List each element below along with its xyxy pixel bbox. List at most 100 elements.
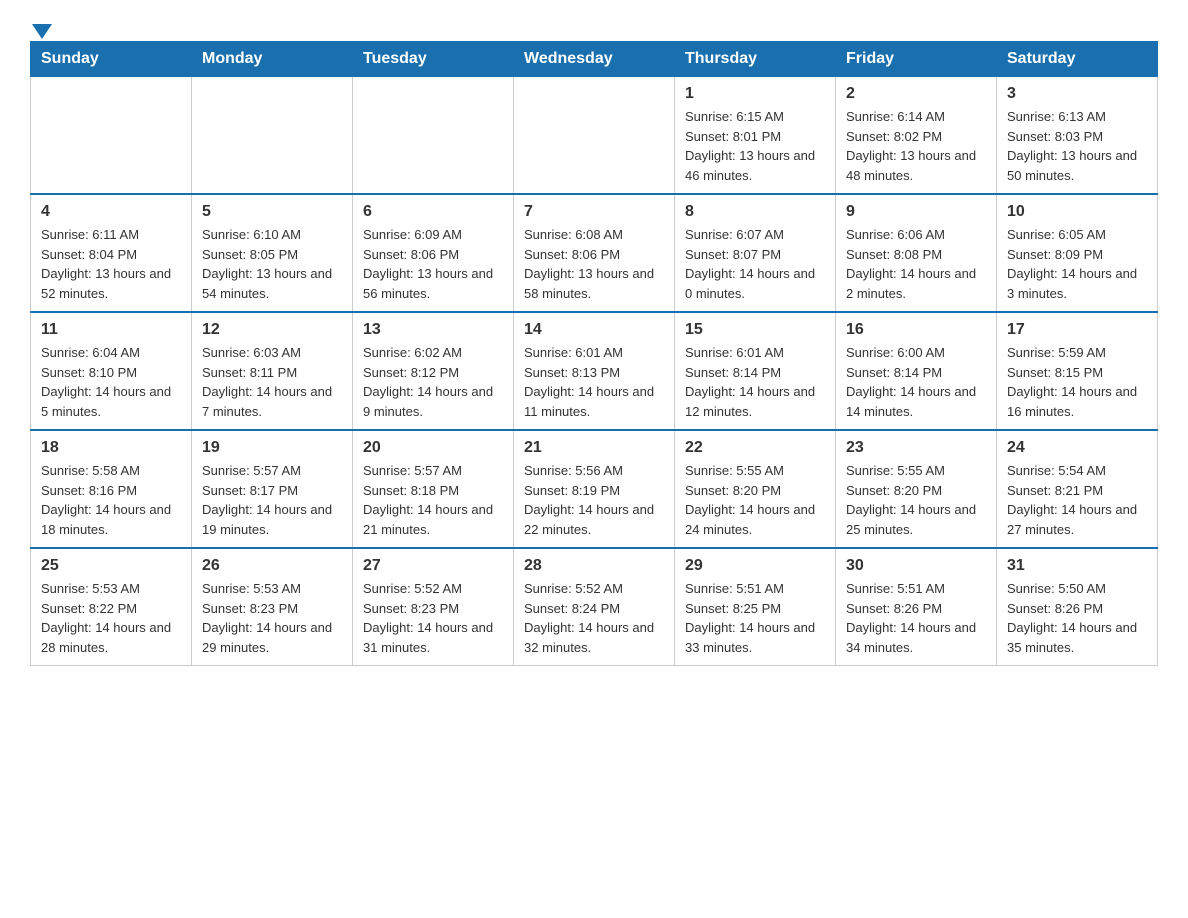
calendar-cell: 18 Sunrise: 5:58 AMSunset: 8:16 PMDayligh… (31, 430, 192, 548)
calendar-cell: 19 Sunrise: 5:57 AMSunset: 8:17 PMDayligh… (192, 430, 353, 548)
day-info: Sunrise: 6:08 AMSunset: 8:06 PMDaylight:… (524, 225, 664, 303)
calendar-cell: 25Sunrise: 5:53 AMSunset: 8:22 PMDayligh… (31, 548, 192, 666)
day-info: Sunrise: 5:55 AMSunset: 8:20 PMDaylight:… (685, 461, 825, 539)
calendar-cell: 11 Sunrise: 6:04 AMSunset: 8:10 PMDayligh… (31, 312, 192, 430)
day-number: 29 (685, 557, 825, 575)
day-number: 26 (202, 557, 342, 575)
day-info: Sunrise: 6:01 AMSunset: 8:14 PMDaylight:… (685, 343, 825, 421)
day-info: Sunrise: 6:00 AMSunset: 8:14 PMDaylight:… (846, 343, 986, 421)
day-number: 16 (846, 321, 986, 339)
day-info: Sunrise: 6:04 AMSunset: 8:10 PMDaylight:… (41, 343, 181, 421)
calendar-cell: 10 Sunrise: 6:05 AMSunset: 8:09 PMDayligh… (997, 194, 1158, 312)
calendar-cell (31, 77, 192, 195)
day-info: Sunrise: 5:54 AMSunset: 8:21 PMDaylight:… (1007, 461, 1147, 539)
day-number: 10 (1007, 203, 1147, 221)
day-info: Sunrise: 6:14 AMSunset: 8:02 PMDaylight:… (846, 107, 986, 185)
calendar-cell: 14 Sunrise: 6:01 AMSunset: 8:13 PMDayligh… (514, 312, 675, 430)
day-number: 27 (363, 557, 503, 575)
calendar-cell (514, 77, 675, 195)
page-header (30, 20, 1158, 31)
calendar-cell: 24 Sunrise: 5:54 AMSunset: 8:21 PMDayligh… (997, 430, 1158, 548)
day-info: Sunrise: 6:07 AMSunset: 8:07 PMDaylight:… (685, 225, 825, 303)
day-number: 17 (1007, 321, 1147, 339)
calendar-cell: 6 Sunrise: 6:09 AMSunset: 8:06 PMDaylight… (353, 194, 514, 312)
calendar-header-row: SundayMondayTuesdayWednesdayThursdayFrid… (31, 42, 1158, 77)
day-info: Sunrise: 5:52 AMSunset: 8:24 PMDaylight:… (524, 579, 664, 657)
calendar-day-header: Monday (192, 42, 353, 77)
day-info: Sunrise: 6:15 AMSunset: 8:01 PMDaylight:… (685, 107, 825, 185)
day-number: 6 (363, 203, 503, 221)
calendar-cell: 5Sunrise: 6:10 AMSunset: 8:05 PMDaylight… (192, 194, 353, 312)
day-number: 22 (685, 439, 825, 457)
calendar-cell: 22 Sunrise: 5:55 AMSunset: 8:20 PMDayligh… (675, 430, 836, 548)
calendar-week-row: 25Sunrise: 5:53 AMSunset: 8:22 PMDayligh… (31, 548, 1158, 666)
calendar-cell: 17 Sunrise: 5:59 AMSunset: 8:15 PMDayligh… (997, 312, 1158, 430)
day-info: Sunrise: 5:55 AMSunset: 8:20 PMDaylight:… (846, 461, 986, 539)
calendar-day-header: Sunday (31, 42, 192, 77)
calendar-week-row: 1 Sunrise: 6:15 AMSunset: 8:01 PMDaylight… (31, 77, 1158, 195)
day-info: Sunrise: 5:51 AMSunset: 8:25 PMDaylight:… (685, 579, 825, 657)
day-number: 18 (41, 439, 181, 457)
day-number: 12 (202, 321, 342, 339)
logo (30, 20, 54, 31)
calendar-day-header: Wednesday (514, 42, 675, 77)
calendar-day-header: Thursday (675, 42, 836, 77)
day-info: Sunrise: 5:59 AMSunset: 8:15 PMDaylight:… (1007, 343, 1147, 421)
day-info: Sunrise: 5:53 AMSunset: 8:23 PMDaylight:… (202, 579, 342, 657)
calendar-cell: 12Sunrise: 6:03 AMSunset: 8:11 PMDayligh… (192, 312, 353, 430)
calendar-cell: 4 Sunrise: 6:11 AMSunset: 8:04 PMDaylight… (31, 194, 192, 312)
day-number: 3 (1007, 85, 1147, 103)
day-info: Sunrise: 5:57 AMSunset: 8:17 PMDaylight:… (202, 461, 342, 539)
day-info: Sunrise: 5:51 AMSunset: 8:26 PMDaylight:… (846, 579, 986, 657)
calendar-day-header: Saturday (997, 42, 1158, 77)
calendar-cell: 3Sunrise: 6:13 AMSunset: 8:03 PMDaylight… (997, 77, 1158, 195)
calendar-table: SundayMondayTuesdayWednesdayThursdayFrid… (30, 41, 1158, 666)
day-number: 31 (1007, 557, 1147, 575)
day-number: 1 (685, 85, 825, 103)
day-info: Sunrise: 6:01 AMSunset: 8:13 PMDaylight:… (524, 343, 664, 421)
calendar-cell: 15 Sunrise: 6:01 AMSunset: 8:14 PMDayligh… (675, 312, 836, 430)
day-info: Sunrise: 5:53 AMSunset: 8:22 PMDaylight:… (41, 579, 181, 657)
day-number: 9 (846, 203, 986, 221)
day-number: 7 (524, 203, 664, 221)
calendar-week-row: 18 Sunrise: 5:58 AMSunset: 8:16 PMDayligh… (31, 430, 1158, 548)
day-info: Sunrise: 5:56 AMSunset: 8:19 PMDaylight:… (524, 461, 664, 539)
calendar-week-row: 11 Sunrise: 6:04 AMSunset: 8:10 PMDayligh… (31, 312, 1158, 430)
day-number: 21 (524, 439, 664, 457)
day-info: Sunrise: 6:11 AMSunset: 8:04 PMDaylight:… (41, 225, 181, 303)
day-number: 24 (1007, 439, 1147, 457)
calendar-cell: 27Sunrise: 5:52 AMSunset: 8:23 PMDayligh… (353, 548, 514, 666)
calendar-cell: 2Sunrise: 6:14 AMSunset: 8:02 PMDaylight… (836, 77, 997, 195)
day-number: 28 (524, 557, 664, 575)
calendar-cell: 8Sunrise: 6:07 AMSunset: 8:07 PMDaylight… (675, 194, 836, 312)
logo-triangle-icon (32, 24, 52, 39)
day-number: 15 (685, 321, 825, 339)
calendar-cell: 30 Sunrise: 5:51 AMSunset: 8:26 PMDayligh… (836, 548, 997, 666)
day-number: 14 (524, 321, 664, 339)
day-number: 11 (41, 321, 181, 339)
day-number: 30 (846, 557, 986, 575)
calendar-cell: 28 Sunrise: 5:52 AMSunset: 8:24 PMDayligh… (514, 548, 675, 666)
calendar-cell: 21 Sunrise: 5:56 AMSunset: 8:19 PMDayligh… (514, 430, 675, 548)
day-info: Sunrise: 6:06 AMSunset: 8:08 PMDaylight:… (846, 225, 986, 303)
calendar-cell: 16 Sunrise: 6:00 AMSunset: 8:14 PMDayligh… (836, 312, 997, 430)
day-info: Sunrise: 6:10 AMSunset: 8:05 PMDaylight:… (202, 225, 342, 303)
calendar-week-row: 4 Sunrise: 6:11 AMSunset: 8:04 PMDaylight… (31, 194, 1158, 312)
day-info: Sunrise: 5:58 AMSunset: 8:16 PMDaylight:… (41, 461, 181, 539)
calendar-cell (192, 77, 353, 195)
calendar-cell (353, 77, 514, 195)
calendar-cell: 23 Sunrise: 5:55 AMSunset: 8:20 PMDayligh… (836, 430, 997, 548)
calendar-cell: 1 Sunrise: 6:15 AMSunset: 8:01 PMDaylight… (675, 77, 836, 195)
day-number: 19 (202, 439, 342, 457)
day-info: Sunrise: 6:05 AMSunset: 8:09 PMDaylight:… (1007, 225, 1147, 303)
day-info: Sunrise: 6:09 AMSunset: 8:06 PMDaylight:… (363, 225, 503, 303)
calendar-cell: 31Sunrise: 5:50 AMSunset: 8:26 PMDayligh… (997, 548, 1158, 666)
day-number: 23 (846, 439, 986, 457)
calendar-cell: 20Sunrise: 5:57 AMSunset: 8:18 PMDayligh… (353, 430, 514, 548)
calendar-cell: 26 Sunrise: 5:53 AMSunset: 8:23 PMDayligh… (192, 548, 353, 666)
calendar-cell: 7 Sunrise: 6:08 AMSunset: 8:06 PMDaylight… (514, 194, 675, 312)
day-info: Sunrise: 6:02 AMSunset: 8:12 PMDaylight:… (363, 343, 503, 421)
calendar-cell: 9 Sunrise: 6:06 AMSunset: 8:08 PMDaylight… (836, 194, 997, 312)
calendar-day-header: Friday (836, 42, 997, 77)
day-number: 4 (41, 203, 181, 221)
